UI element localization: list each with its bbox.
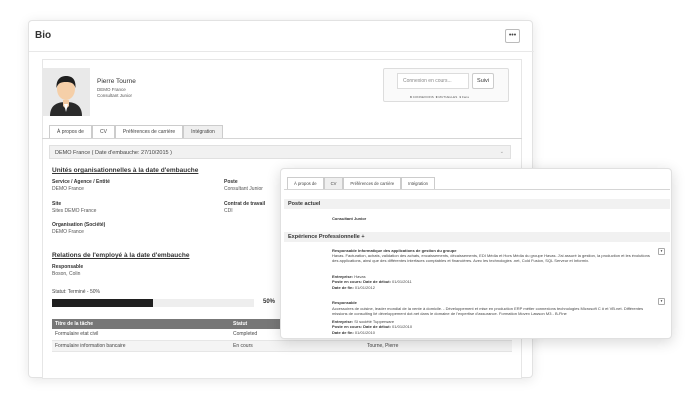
card-title: Bio bbox=[35, 30, 52, 41]
cv-overlay-card: À propos de CV Préférences de carrière I… bbox=[280, 168, 672, 339]
connection-box: Connexion en cours... Suivi 0 CONNEXIONS… bbox=[383, 68, 509, 102]
tab-divider bbox=[42, 138, 522, 139]
profile-company: DEMO France bbox=[97, 87, 126, 92]
experience-end-date: Date de fin: 01/01/2010 bbox=[332, 330, 375, 335]
relations-title: Relations de l'employé à la date d'embau… bbox=[52, 252, 190, 259]
overlay-tabs: À propos de CV Préférences de carrière I… bbox=[287, 177, 435, 189]
tab-cv[interactable]: CV bbox=[91, 125, 115, 138]
tab-preferences[interactable]: Préférences de carrière bbox=[114, 125, 184, 138]
avatar bbox=[42, 68, 90, 116]
employment-accordion-header[interactable]: DEMO France ( Date d'embauche: 27/10/201… bbox=[49, 145, 511, 159]
contrat-value: CDI bbox=[224, 208, 233, 214]
progress-fill bbox=[52, 299, 153, 307]
progress-bar bbox=[52, 299, 254, 307]
site-value: Sites DEMO France bbox=[52, 208, 97, 214]
poste-value: Consultant Junior bbox=[224, 186, 263, 192]
person-icon bbox=[42, 68, 90, 116]
poste-actuel-header: Poste actuel bbox=[284, 199, 670, 209]
tab-integration[interactable]: Intégration bbox=[183, 125, 223, 138]
tab-divider bbox=[284, 189, 670, 190]
tab-integration[interactable]: Intégration bbox=[401, 177, 435, 189]
task-title: Formulaire etat civil bbox=[52, 329, 230, 341]
poste-label: Poste bbox=[224, 179, 238, 185]
chevron-down-icon: ⌄ bbox=[499, 149, 504, 155]
tab-preferences[interactable]: Préférences de carrière bbox=[343, 177, 402, 189]
tab-a-propos[interactable]: À propos de bbox=[287, 177, 324, 189]
service-label: Service / Agence / Entité bbox=[52, 179, 110, 185]
experience-header[interactable]: Expérience Professionnelle + bbox=[284, 232, 670, 242]
accordion-title: DEMO France ( Date d'embauche: 27/10/201… bbox=[55, 150, 172, 156]
profile-tabs: À propos de CV Préférences de carrière I… bbox=[49, 125, 223, 138]
experience-description: Accessoires de cuisine, leader mondial d… bbox=[332, 306, 644, 317]
profile-role: Consultant Junior bbox=[97, 93, 133, 98]
status-label: Statut: Terminé - 50% bbox=[52, 289, 100, 295]
task-title: Formulaire information bancaire bbox=[52, 340, 230, 352]
more-options-button[interactable]: ••• bbox=[505, 29, 520, 43]
site-label: Site bbox=[52, 201, 62, 207]
profile-name: Pierre Tourne bbox=[97, 78, 136, 85]
responsable-value: Boson, Colin bbox=[52, 271, 81, 277]
table-row[interactable]: Formulaire information bancaire En cours… bbox=[52, 340, 512, 352]
experience-dates: Poste en cours: Date de début: 01/01/201… bbox=[332, 324, 413, 329]
connection-stats: 0 CONNEXIONS 0 MUTUELLES 1 Fans bbox=[410, 95, 470, 99]
expand-toggle-icon[interactable]: ▾ bbox=[658, 248, 665, 255]
connection-status-field[interactable]: Connexion en cours... bbox=[397, 73, 469, 89]
responsable-label: Responsable bbox=[52, 264, 84, 270]
organisation-label: Organisation (Société) bbox=[52, 222, 106, 228]
experience-end-date: Date de fin: 01/01/2012 bbox=[332, 285, 375, 290]
card-divider bbox=[29, 51, 534, 52]
follow-button[interactable]: Suivi bbox=[472, 73, 494, 89]
tab-a-propos[interactable]: À propos de bbox=[49, 125, 92, 138]
service-value: DEMO France bbox=[52, 186, 84, 192]
contrat-label: Contrat de travail bbox=[224, 201, 266, 207]
task-extra: Tourne, Pierre bbox=[364, 340, 512, 352]
expand-toggle-icon[interactable]: ▾ bbox=[658, 298, 665, 305]
col-header-title: Titre de la tâche bbox=[52, 319, 230, 329]
progress-percent: 50% bbox=[263, 299, 276, 305]
tab-cv[interactable]: CV bbox=[323, 177, 344, 189]
poste-actuel-value: Consultant Junior bbox=[332, 216, 367, 221]
experience-dates: Poste en cours: Date de début: 01/01/201… bbox=[332, 279, 412, 284]
experience-description: Havas. Facturation, achats, validation d… bbox=[332, 253, 650, 264]
organisation-value: DEMO France bbox=[52, 229, 84, 235]
task-status: En cours bbox=[230, 340, 364, 352]
org-units-title: Unités organisationnelles à la date d'em… bbox=[52, 167, 199, 174]
experience-title: Responsable bbox=[332, 300, 357, 305]
